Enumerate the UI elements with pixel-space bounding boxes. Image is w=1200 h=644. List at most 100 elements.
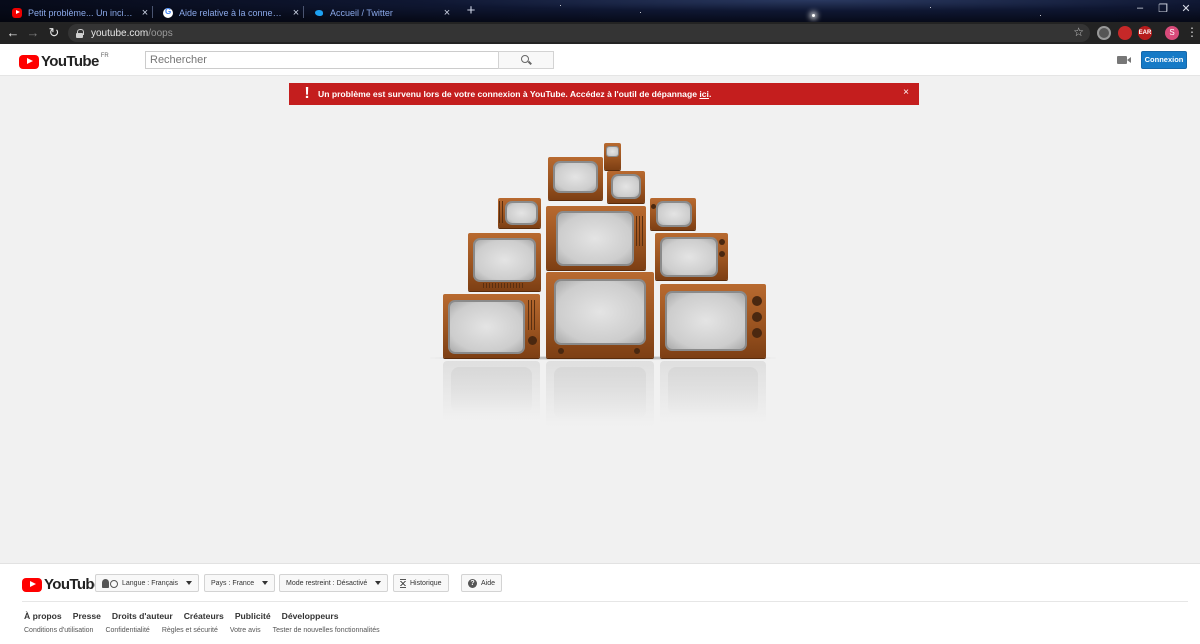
footer-link-terms[interactable]: Conditions d'utilisation [24, 627, 93, 634]
hourglass-icon [400, 578, 406, 588]
tv-reflection [546, 361, 654, 427]
tv-small [650, 198, 696, 230]
browser-toolbar: ← → ↻ youtube.com/oops ☆ EAR S ⋮ [0, 22, 1200, 44]
youtube-masthead: YouTube FR Connexion [0, 44, 1200, 76]
browser-tab-twitter[interactable]: Accueil / Twitter × [308, 3, 458, 22]
starfield-decoration [560, 5, 561, 6]
footer-link-developers[interactable]: Développeurs [282, 611, 339, 621]
address-bar[interactable]: youtube.com/oops ☆ [68, 24, 1090, 42]
browser-tab-bar: Petit problème... Un incident est × Aide… [0, 0, 1200, 22]
page-footer: YouTube Langue : Français Pays : France … [0, 563, 1200, 644]
browser-tab-youtube[interactable]: Petit problème... Un incident est × [6, 3, 156, 22]
tv-large [443, 294, 540, 358]
youtube-play-icon [22, 577, 42, 592]
footer-link-policy-safety[interactable]: Règles et sécurité [162, 627, 218, 634]
sign-in-button[interactable]: Connexion [1141, 51, 1187, 69]
starfield-decoration [930, 7, 931, 8]
footer-link-feedback[interactable]: Votre avis [230, 627, 261, 634]
tv-large [660, 284, 766, 358]
reload-icon[interactable]: ↻ [45, 24, 63, 42]
restricted-mode-button[interactable]: Mode restreint : Désactivé [279, 574, 389, 592]
footer-link-test-features[interactable]: Tester de nouvelles fonctionnalités [273, 627, 380, 634]
chevron-down-icon [375, 581, 382, 585]
error-message: Un problème est survenu lors de votre co… [318, 89, 711, 99]
tv-largest [546, 272, 654, 358]
profile-avatar[interactable]: S [1165, 26, 1179, 40]
twitter-icon [314, 8, 324, 18]
tab-separator [303, 6, 304, 18]
browser-tab-google-help[interactable]: Aide relative à la connexion à YouTube × [157, 3, 307, 22]
tv-tiny [604, 143, 621, 170]
starfield-decoration [640, 12, 641, 13]
tab-close-icon[interactable]: × [291, 7, 301, 19]
google-icon [163, 7, 173, 18]
floor-shadow [430, 356, 776, 360]
search-button[interactable] [498, 51, 554, 69]
youtube-wordmark: YouTube [44, 576, 102, 593]
youtube-icon [12, 7, 22, 18]
youtube-logo[interactable]: YouTube FR [19, 53, 109, 70]
new-tab-button[interactable]: + [464, 2, 478, 19]
starfield-decoration [812, 14, 815, 17]
chevron-down-icon [186, 581, 193, 585]
footer-link-copyright[interactable]: Droits d'auteur [112, 611, 173, 621]
back-arrow-icon[interactable]: ← [4, 24, 22, 42]
tv-medium [655, 233, 728, 280]
language-picker-button[interactable]: Langue : Français [95, 574, 200, 592]
extension-icon[interactable] [1097, 26, 1111, 40]
tab-close-icon[interactable]: × [140, 7, 150, 19]
footer-link-advertise[interactable]: Publicité [235, 611, 271, 621]
close-banner-button[interactable]: × [903, 87, 909, 98]
lock-icon [76, 28, 84, 38]
help-label: Aide [481, 579, 496, 587]
tv-medium [468, 233, 541, 291]
url-text: youtube.com/oops [91, 28, 173, 39]
restore-button[interactable]: ❐ [1155, 2, 1171, 15]
tv-reflection [443, 361, 540, 421]
tab-label: Petit problème... Un incident est [28, 7, 134, 18]
extension-icon[interactable] [1118, 26, 1132, 40]
footer-divider [22, 601, 1188, 602]
footer-link-privacy[interactable]: Confidentialité [105, 627, 149, 634]
forward-arrow-icon[interactable]: → [24, 24, 42, 42]
footer-youtube-logo[interactable]: YouTube [22, 576, 102, 593]
history-label: Historique [410, 579, 442, 587]
error-message-text: Un problème est survenu lors de votre co… [318, 89, 700, 99]
extension-ear-icon[interactable]: EAR [1138, 26, 1152, 40]
url-path: /oops [148, 27, 173, 39]
footer-link-creators[interactable]: Créateurs [184, 611, 224, 621]
browser-menu-icon[interactable]: ⋮ [1186, 25, 1198, 39]
minimize-button[interactable]: – [1132, 2, 1148, 14]
url-host: youtube.com [91, 27, 149, 39]
country-code: FR [100, 52, 109, 59]
search-input[interactable] [145, 51, 499, 69]
footer-primary-links: À propos Presse Droits d'auteur Créateur… [24, 611, 339, 621]
history-button[interactable]: Historique [393, 574, 449, 592]
tab-label: Accueil / Twitter [330, 7, 393, 18]
bookmark-star-icon[interactable]: ☆ [1073, 25, 1084, 39]
video-camera-upload-icon[interactable] [1117, 56, 1131, 64]
tab-close-icon[interactable]: × [442, 7, 452, 19]
error-banner: ! Un problème est survenu lors de votre … [289, 83, 919, 105]
country-picker-button[interactable]: Pays : France [204, 574, 276, 592]
footer-secondary-links: Conditions d'utilisation Confidentialité… [24, 627, 380, 634]
country-label: Pays : France [211, 579, 255, 587]
troubleshooter-link[interactable]: ici [699, 89, 709, 99]
footer-link-press[interactable]: Presse [73, 611, 101, 621]
help-button[interactable]: ? Aide [461, 574, 503, 592]
close-window-button[interactable]: ✕ [1178, 2, 1194, 15]
youtube-wordmark: YouTube [41, 53, 99, 70]
tv-medium [546, 206, 646, 270]
tab-label: Aide relative à la connexion à YouTube [179, 7, 285, 18]
search-icon [521, 55, 529, 63]
language-label: Langue : Français [122, 579, 179, 587]
exclamation-icon: ! [304, 85, 310, 102]
tv-small [607, 171, 645, 203]
restricted-mode-label: Mode restreint : Désactivé [286, 579, 368, 587]
error-message-end: . [708, 89, 712, 99]
footer-link-about[interactable]: À propos [24, 611, 62, 621]
tab-separator [152, 6, 153, 18]
tv-reflection [660, 361, 766, 423]
tv-small [548, 157, 603, 200]
starfield-decoration [1040, 15, 1041, 16]
